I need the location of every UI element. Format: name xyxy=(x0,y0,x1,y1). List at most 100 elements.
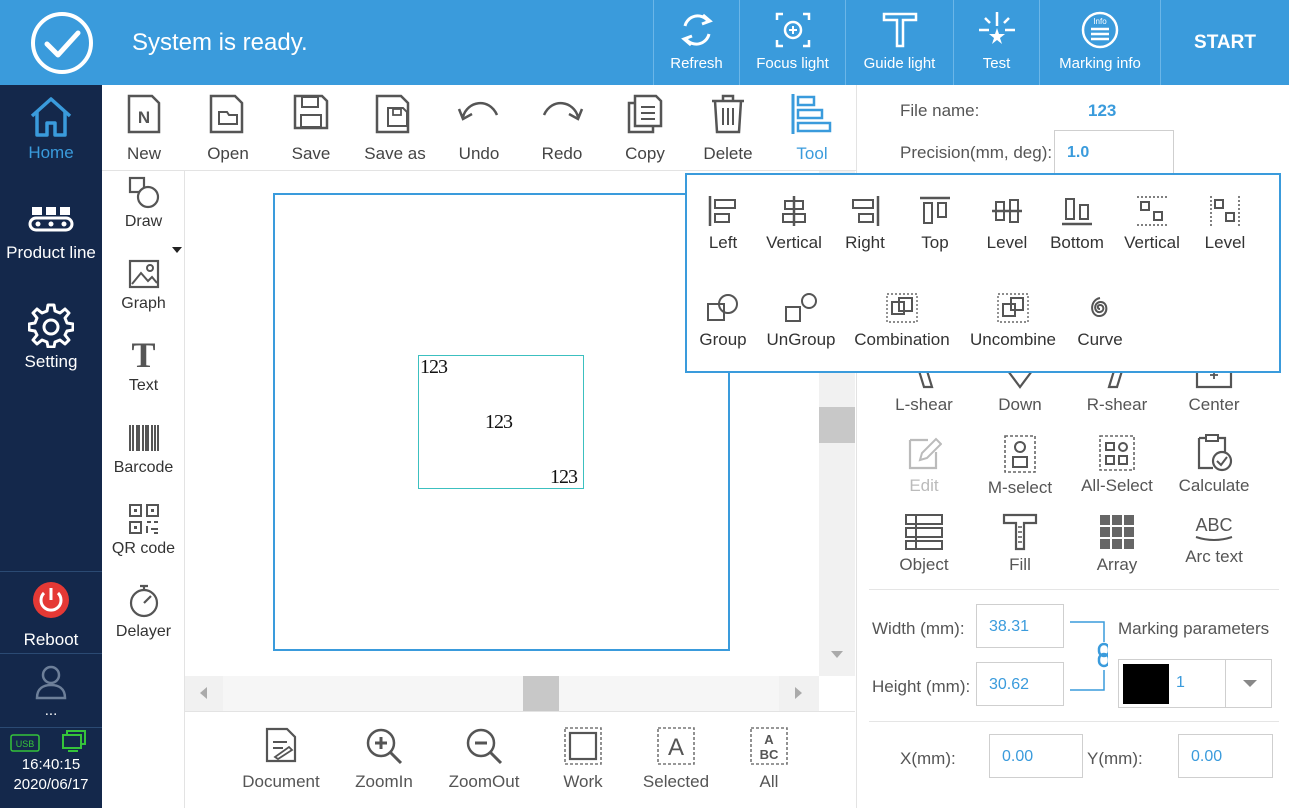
arc-text-label: Arc text xyxy=(1185,547,1243,566)
align-vertical-center-button[interactable]: Vertical xyxy=(761,195,827,253)
document-label: Document xyxy=(242,772,320,791)
reboot-label: Reboot xyxy=(23,630,79,649)
sidebar-item-setting[interactable]: Setting xyxy=(0,302,102,372)
home-icon xyxy=(30,97,72,137)
chevron-down-icon[interactable] xyxy=(1225,660,1273,707)
align-left-button[interactable]: Left xyxy=(699,195,747,253)
combination-label: Combination xyxy=(854,330,950,349)
open-button[interactable]: Open xyxy=(186,85,270,171)
user-button[interactable]: ... xyxy=(0,653,102,727)
object-palette: Draw Graph T Text Barcode QR code Delaye… xyxy=(102,171,185,808)
focus-light-button[interactable]: Focus light xyxy=(739,0,845,85)
fill-button[interactable]: Fill xyxy=(972,513,1068,575)
all-button[interactable]: A BC All xyxy=(721,712,817,808)
y-input[interactable]: 0.00 xyxy=(1178,734,1273,778)
refresh-label: Refresh xyxy=(670,55,723,72)
precision-input[interactable]: 1.0 xyxy=(1054,130,1174,174)
barcode-button[interactable]: Barcode xyxy=(102,421,185,477)
delayer-button[interactable]: Delayer xyxy=(102,583,185,641)
selected-button[interactable]: A Selected xyxy=(628,712,724,808)
combination-button[interactable]: Combination xyxy=(851,292,953,350)
refresh-button[interactable]: Refresh xyxy=(653,0,739,85)
save-as-button[interactable]: Save as xyxy=(353,85,437,171)
scroll-left-arrow[interactable] xyxy=(200,687,207,699)
test-button[interactable]: Test xyxy=(953,0,1039,85)
down-label: Down xyxy=(998,395,1042,414)
all-select-button[interactable]: All-Select xyxy=(1069,434,1165,496)
image-icon xyxy=(128,259,159,289)
object-button[interactable]: Object xyxy=(876,513,972,575)
user-label: ... xyxy=(44,702,58,719)
multi-select-button[interactable]: M-select xyxy=(972,434,1068,498)
file-name-value: 123 xyxy=(1088,101,1117,120)
align-bottom-button[interactable]: Bottom xyxy=(1047,195,1107,253)
height-input[interactable]: 30.62 xyxy=(976,662,1064,706)
calculate-button[interactable]: Calculate xyxy=(1166,434,1262,496)
redo-button[interactable]: Redo xyxy=(520,85,604,171)
draw-button[interactable]: Draw xyxy=(102,175,185,253)
arc-text-glyph: ABC xyxy=(1195,515,1232,535)
document-button[interactable]: Document xyxy=(233,712,329,808)
work-label: Work xyxy=(563,772,603,791)
refresh-icon xyxy=(680,13,713,47)
guide-light-button[interactable]: Guide light xyxy=(845,0,953,85)
guide-light-label: Guide light xyxy=(863,55,936,72)
copy-icon xyxy=(627,94,663,134)
distribute-horizontal-icon xyxy=(1210,196,1240,226)
copy-button[interactable]: Copy xyxy=(603,85,687,171)
distribute-vertical-button[interactable]: Vertical xyxy=(1119,195,1185,253)
array-button[interactable]: Array xyxy=(1069,513,1165,575)
text-button[interactable]: T Text xyxy=(102,337,185,395)
zoom-out-icon xyxy=(466,728,503,765)
sidebar-item-product-line[interactable]: Product line xyxy=(0,203,102,263)
align-horizontal-center-button[interactable]: Level xyxy=(981,195,1033,253)
top-header: System is ready. Refresh Focus light Gui… xyxy=(0,0,1289,85)
y-label: Y(mm): xyxy=(1087,749,1143,768)
ungroup-button[interactable]: UnGroup xyxy=(763,292,839,350)
zoom-out-button[interactable]: ZoomOut xyxy=(436,712,532,808)
undo-button[interactable]: Undo xyxy=(437,85,521,171)
selected-object[interactable]: 123 123 123 xyxy=(418,355,584,489)
left-shear-label: L-shear xyxy=(895,395,953,414)
zoom-in-button[interactable]: ZoomIn xyxy=(336,712,432,808)
open-folder-icon xyxy=(209,94,244,134)
marking-parameter-select[interactable]: 1 xyxy=(1118,659,1272,708)
distribute-horizontal-button[interactable]: Level xyxy=(1199,195,1251,253)
reboot-button[interactable]: Reboot xyxy=(0,571,102,653)
curve-button[interactable]: Curve xyxy=(1075,292,1125,350)
scroll-right-arrow[interactable] xyxy=(795,687,802,699)
align-right-button[interactable]: Right xyxy=(839,195,891,253)
draw-dropdown-arrow[interactable] xyxy=(172,247,182,253)
horizontal-scroll-thumb[interactable] xyxy=(523,676,559,711)
delete-button[interactable]: Delete xyxy=(686,85,770,171)
qr-code-label: QR code xyxy=(111,540,176,557)
x-input[interactable]: 0.00 xyxy=(989,734,1083,778)
vertical-scroll-thumb[interactable] xyxy=(819,407,855,443)
divider xyxy=(869,721,1279,722)
test-icon xyxy=(978,12,1015,44)
group-label: Group xyxy=(699,330,747,349)
uncombine-button[interactable]: Uncombine xyxy=(967,292,1059,350)
align-top-button[interactable]: Top xyxy=(913,195,957,253)
new-button[interactable]: N New xyxy=(102,85,186,171)
graph-button[interactable]: Graph xyxy=(102,257,185,313)
redo-icon xyxy=(542,102,584,121)
save-as-icon xyxy=(375,94,410,134)
start-button[interactable]: START xyxy=(1160,0,1289,85)
horizontal-scroll-track[interactable] xyxy=(223,676,779,711)
array-icon xyxy=(1100,515,1134,549)
marking-info-button[interactable]: Info Marking info xyxy=(1039,0,1160,85)
qr-code-button[interactable]: QR code xyxy=(102,502,185,558)
aspect-link-icon[interactable] xyxy=(1068,620,1108,692)
width-input[interactable]: 38.31 xyxy=(976,604,1064,648)
main-sidebar: Home Product line Setting Reboot ... USB… xyxy=(0,85,102,808)
barcode-icon xyxy=(128,425,159,451)
arc-text-button[interactable]: ABC Arc text xyxy=(1166,513,1262,567)
group-button[interactable]: Group xyxy=(695,292,751,350)
scroll-down-arrow[interactable] xyxy=(831,651,843,658)
tool-button[interactable]: Tool xyxy=(770,85,854,171)
sidebar-item-home[interactable]: Home xyxy=(0,95,102,163)
horizontal-scrollbar[interactable] xyxy=(185,676,819,711)
save-button[interactable]: Save xyxy=(269,85,353,171)
work-button[interactable]: Work xyxy=(535,712,631,808)
